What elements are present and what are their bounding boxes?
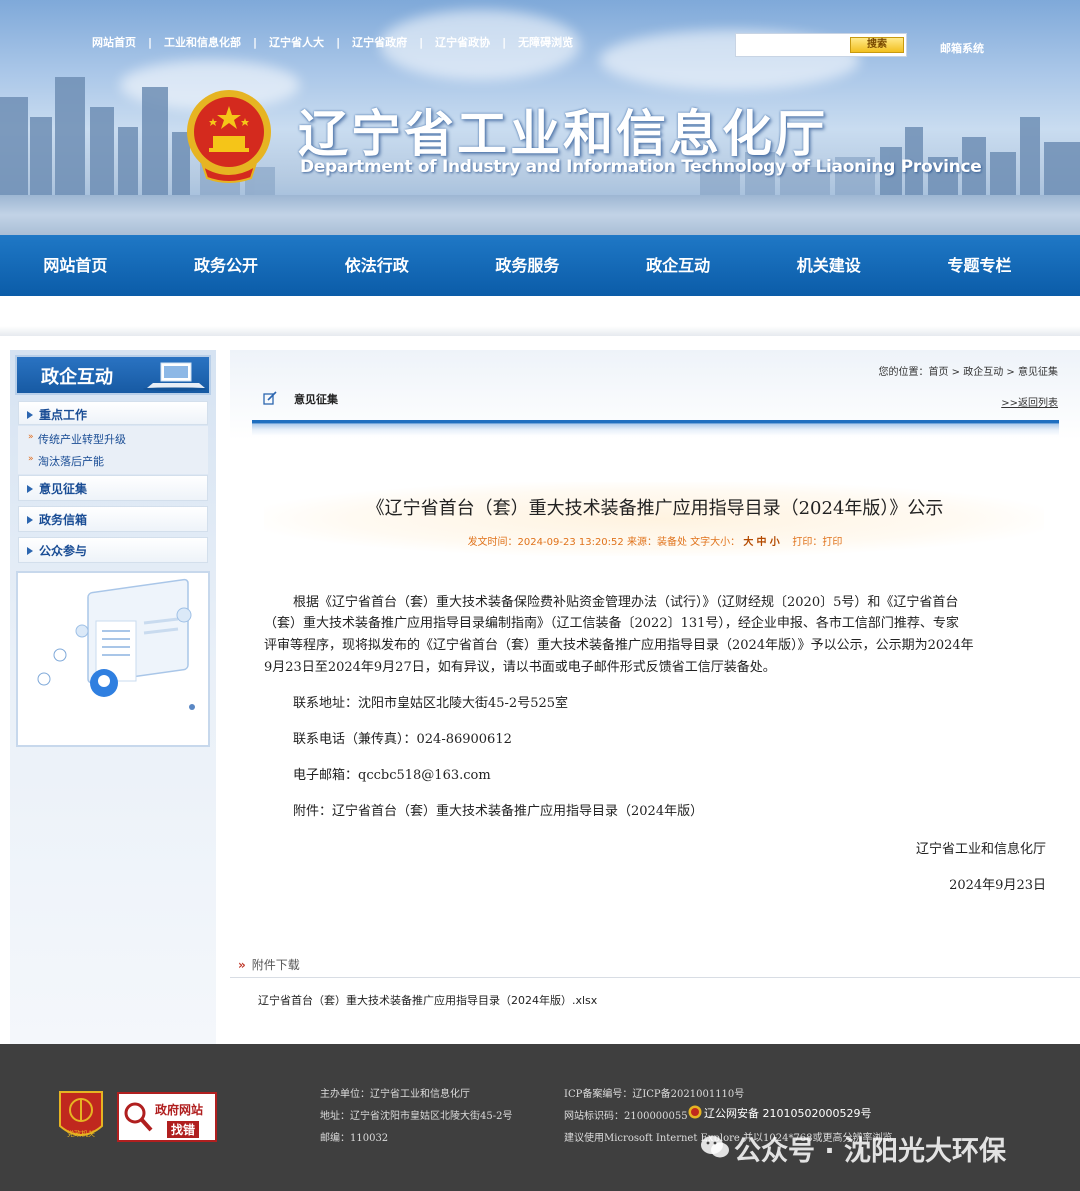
top-link-npc[interactable]: 辽宁省人大 — [269, 34, 324, 50]
article-meta: 发文时间：2024-09-23 13:20:52 来源：装备处 文字大小： 大 … — [230, 533, 1080, 548]
party-badge-label: 党政机关 — [67, 1129, 95, 1138]
sidebar-item-label: 公众参与 — [39, 544, 88, 558]
gov-badge-title: 政府网站 — [155, 1103, 204, 1117]
contact-phone: 联系电话（兼传真）：024-86900612 — [293, 732, 512, 747]
back-to-list-link[interactable]: >>返回列表 — [1001, 394, 1058, 409]
search-button[interactable]: 搜索 — [850, 37, 904, 53]
nav-item-organ[interactable]: 机关建设 — [753, 235, 904, 296]
sidebar-item-participation[interactable]: 公众参与 — [18, 537, 208, 563]
sidebar-illustration — [16, 571, 210, 747]
sidebar-item-mailbox[interactable]: 政务信箱 — [18, 506, 208, 532]
interaction-illustration-icon — [37, 578, 195, 710]
breadcrumb-separator: > — [948, 367, 964, 378]
double-chevron-icon: » — [238, 958, 246, 972]
edit-icon — [263, 391, 277, 405]
font-size-large-button[interactable]: 大 — [743, 537, 753, 548]
attachments-header: » 附件下载 — [238, 956, 300, 973]
breadcrumb-opinion-link[interactable]: 意见征集 — [1018, 367, 1058, 378]
breadcrumb-home-link[interactable]: 首页 — [929, 367, 949, 378]
site-subtitle: Department of Industry and Information T… — [300, 157, 982, 177]
sidebar-title: 政企互动 — [41, 367, 113, 388]
sidebar-item-key-work[interactable]: 重点工作 — [18, 401, 208, 425]
attachment-file-link[interactable]: 辽宁省首台（套）重大技术装备推广应用指导目录（2024年版）.xlsx — [258, 992, 597, 1008]
breadcrumb: 您的位置：首页 > 政企互动 > 意见征集 — [879, 363, 1059, 378]
print-label: 打印： — [792, 537, 823, 548]
article-attachment-note: 附件：辽宁省首台（套）重大技术装备推广应用指导目录（2024年版） — [293, 804, 704, 819]
attachments-header-label: 附件下载 — [251, 958, 300, 972]
gov-badge-subtitle: 找错 — [167, 1121, 200, 1138]
section-divider — [252, 420, 1059, 436]
nav-item-services[interactable]: 政务服务 — [452, 235, 603, 296]
arrow-right-icon — [27, 411, 33, 419]
top-links-bar: 网站首页 | 工业和信息化部 | 辽宁省人大 | 辽宁省政府 | 辽宁省政协 |… — [92, 34, 574, 50]
top-link-accessibility[interactable]: 无障碍浏览 — [518, 34, 573, 50]
top-link-miit[interactable]: 工业和信息化部 — [164, 34, 241, 50]
nav-item-interaction[interactable]: 政企互动 — [603, 235, 754, 296]
sidebar-submenu: » 传统产业转型升级 » 淘汰落后产能 — [18, 426, 208, 474]
search-input[interactable] — [738, 36, 848, 54]
nav-shadow-divider — [0, 296, 1080, 336]
sidebar-item-label: 意见征集 — [39, 482, 88, 496]
article-body-line: （套）重大技术装备推广应用指导目录编制指南》（辽工信装备〔2022〕131号），… — [264, 616, 959, 631]
main-content: 您的位置：首页 > 政企互动 > 意见征集 意见征集 >>返回列表 《辽宁省首台… — [230, 350, 1080, 1044]
nav-item-home[interactable]: 网站首页 — [0, 235, 151, 296]
contact-email: 电子邮箱：qccbc518@163.com — [293, 768, 491, 783]
gov-website-error-report-badge[interactable]: 政府网站 找错 — [117, 1092, 217, 1142]
sidebar-subitem-eliminate-capacity[interactable]: 淘汰落后产能 — [38, 453, 104, 469]
police-badge-icon — [688, 1105, 702, 1119]
contact-address: 联系地址：沈阳市皇姑区北陵大街45-2号525室 — [293, 696, 569, 711]
site-footer: 党政机关 政府网站 找错 主办单位：辽宁省工业和信息化厅 地址：辽宁省沈阳市皇姑… — [0, 1044, 1080, 1191]
font-size-small-button[interactable]: 小 — [770, 537, 780, 548]
footer-icp[interactable]: ICP备案编号：辽ICP备2021001110号 — [564, 1085, 744, 1100]
bullet-icon: » — [28, 454, 34, 464]
footer-sponsor: 主办单位：辽宁省工业和信息化厅 — [320, 1089, 470, 1100]
sidebar-item-label: 重点工作 — [39, 408, 88, 422]
wechat-icon — [701, 1136, 729, 1158]
site-title: 辽宁省工业和信息化厅 — [298, 104, 828, 163]
footer-address: 地址：辽宁省沈阳市皇姑区北陵大街45-2号 — [320, 1111, 513, 1122]
wechat-watermark: 公众号 · 沈阳光大环保 — [734, 1136, 1007, 1167]
national-emblem-icon — [187, 90, 271, 183]
mail-system-link[interactable]: 邮箱系统 — [940, 40, 984, 56]
footer-site-id: 网站标识码：2100000055 — [564, 1111, 688, 1122]
sidebar-item-label: 政务信箱 — [39, 513, 88, 527]
sidebar: 政企互动 重点工作 » 传统产业转型升级 » 淘汰落后产能 意见征集 政务信箱 … — [10, 350, 216, 1044]
breadcrumb-prefix: 您的位置： — [878, 367, 929, 378]
article-signature: 辽宁省工业和信息化厅 — [915, 842, 1046, 857]
sidebar-header: 政企互动 — [15, 355, 211, 395]
bullet-icon: » — [28, 432, 34, 442]
attachments-divider — [230, 977, 1080, 978]
sidebar-subitem-industry-upgrade[interactable]: 传统产业转型升级 — [38, 431, 126, 447]
breadcrumb-interaction-link[interactable]: 政企互动 — [963, 367, 1003, 378]
font-size-medium-button[interactable]: 中 — [757, 537, 767, 548]
footer-postcode: 邮编：110032 — [320, 1133, 389, 1144]
breadcrumb-separator: > — [1003, 367, 1018, 378]
article-title: 《辽宁省首台（套）重大技术装备推广应用指导目录（2024年版）》公示 — [366, 498, 944, 519]
top-link-cppcc[interactable]: 辽宁省政协 — [435, 34, 490, 50]
sidebar-item-opinion[interactable]: 意见征集 — [18, 475, 208, 501]
search-box: 搜索 — [735, 33, 907, 57]
river-decoration — [0, 195, 1080, 235]
magnifier-icon — [124, 1102, 153, 1132]
party-government-badge-icon[interactable]: 党政机关 — [56, 1088, 106, 1144]
section-title: 意见征集 — [294, 393, 338, 406]
arrow-right-icon — [27, 547, 33, 555]
main-nav: 网站首页 政务公开 依法行政 政务服务 政企互动 机关建设 专题专栏 — [0, 235, 1080, 296]
nav-item-law[interactable]: 依法行政 — [301, 235, 452, 296]
top-link-home[interactable]: 网站首页 — [92, 34, 136, 50]
article-body-line: 根据《辽宁省首台（套）重大技术装备保险费补贴资金管理办法（试行）》（辽财经规〔2… — [293, 595, 959, 610]
article-body-line: 9月23日至2024年9月27日，如有异议，请以书面或电子邮件形式反馈省工信厅装… — [264, 660, 776, 675]
print-button[interactable]: 打印 — [822, 537, 842, 548]
nav-item-gov-affairs[interactable]: 政务公开 — [151, 235, 302, 296]
article-body-line: 评审等程序，现将拟发布的《辽宁省首台（套）重大技术装备推广应用指导目录（2024… — [264, 638, 974, 653]
arrow-right-icon — [27, 516, 33, 524]
arrow-right-icon — [27, 485, 33, 493]
nav-item-special[interactable]: 专题专栏 — [904, 235, 1055, 296]
laptop-icon — [143, 362, 207, 391]
article-meta-info: 发文时间：2024-09-23 13:20:52 来源：装备处 文字大小： — [467, 537, 741, 548]
footer-police-record[interactable]: 辽公网安备 21010502000529号 — [704, 1105, 871, 1121]
article-date: 2024年9月23日 — [949, 878, 1046, 893]
top-link-gov[interactable]: 辽宁省政府 — [352, 34, 407, 50]
site-header: 网站首页 | 工业和信息化部 | 辽宁省人大 | 辽宁省政府 | 辽宁省政协 |… — [0, 0, 1080, 235]
